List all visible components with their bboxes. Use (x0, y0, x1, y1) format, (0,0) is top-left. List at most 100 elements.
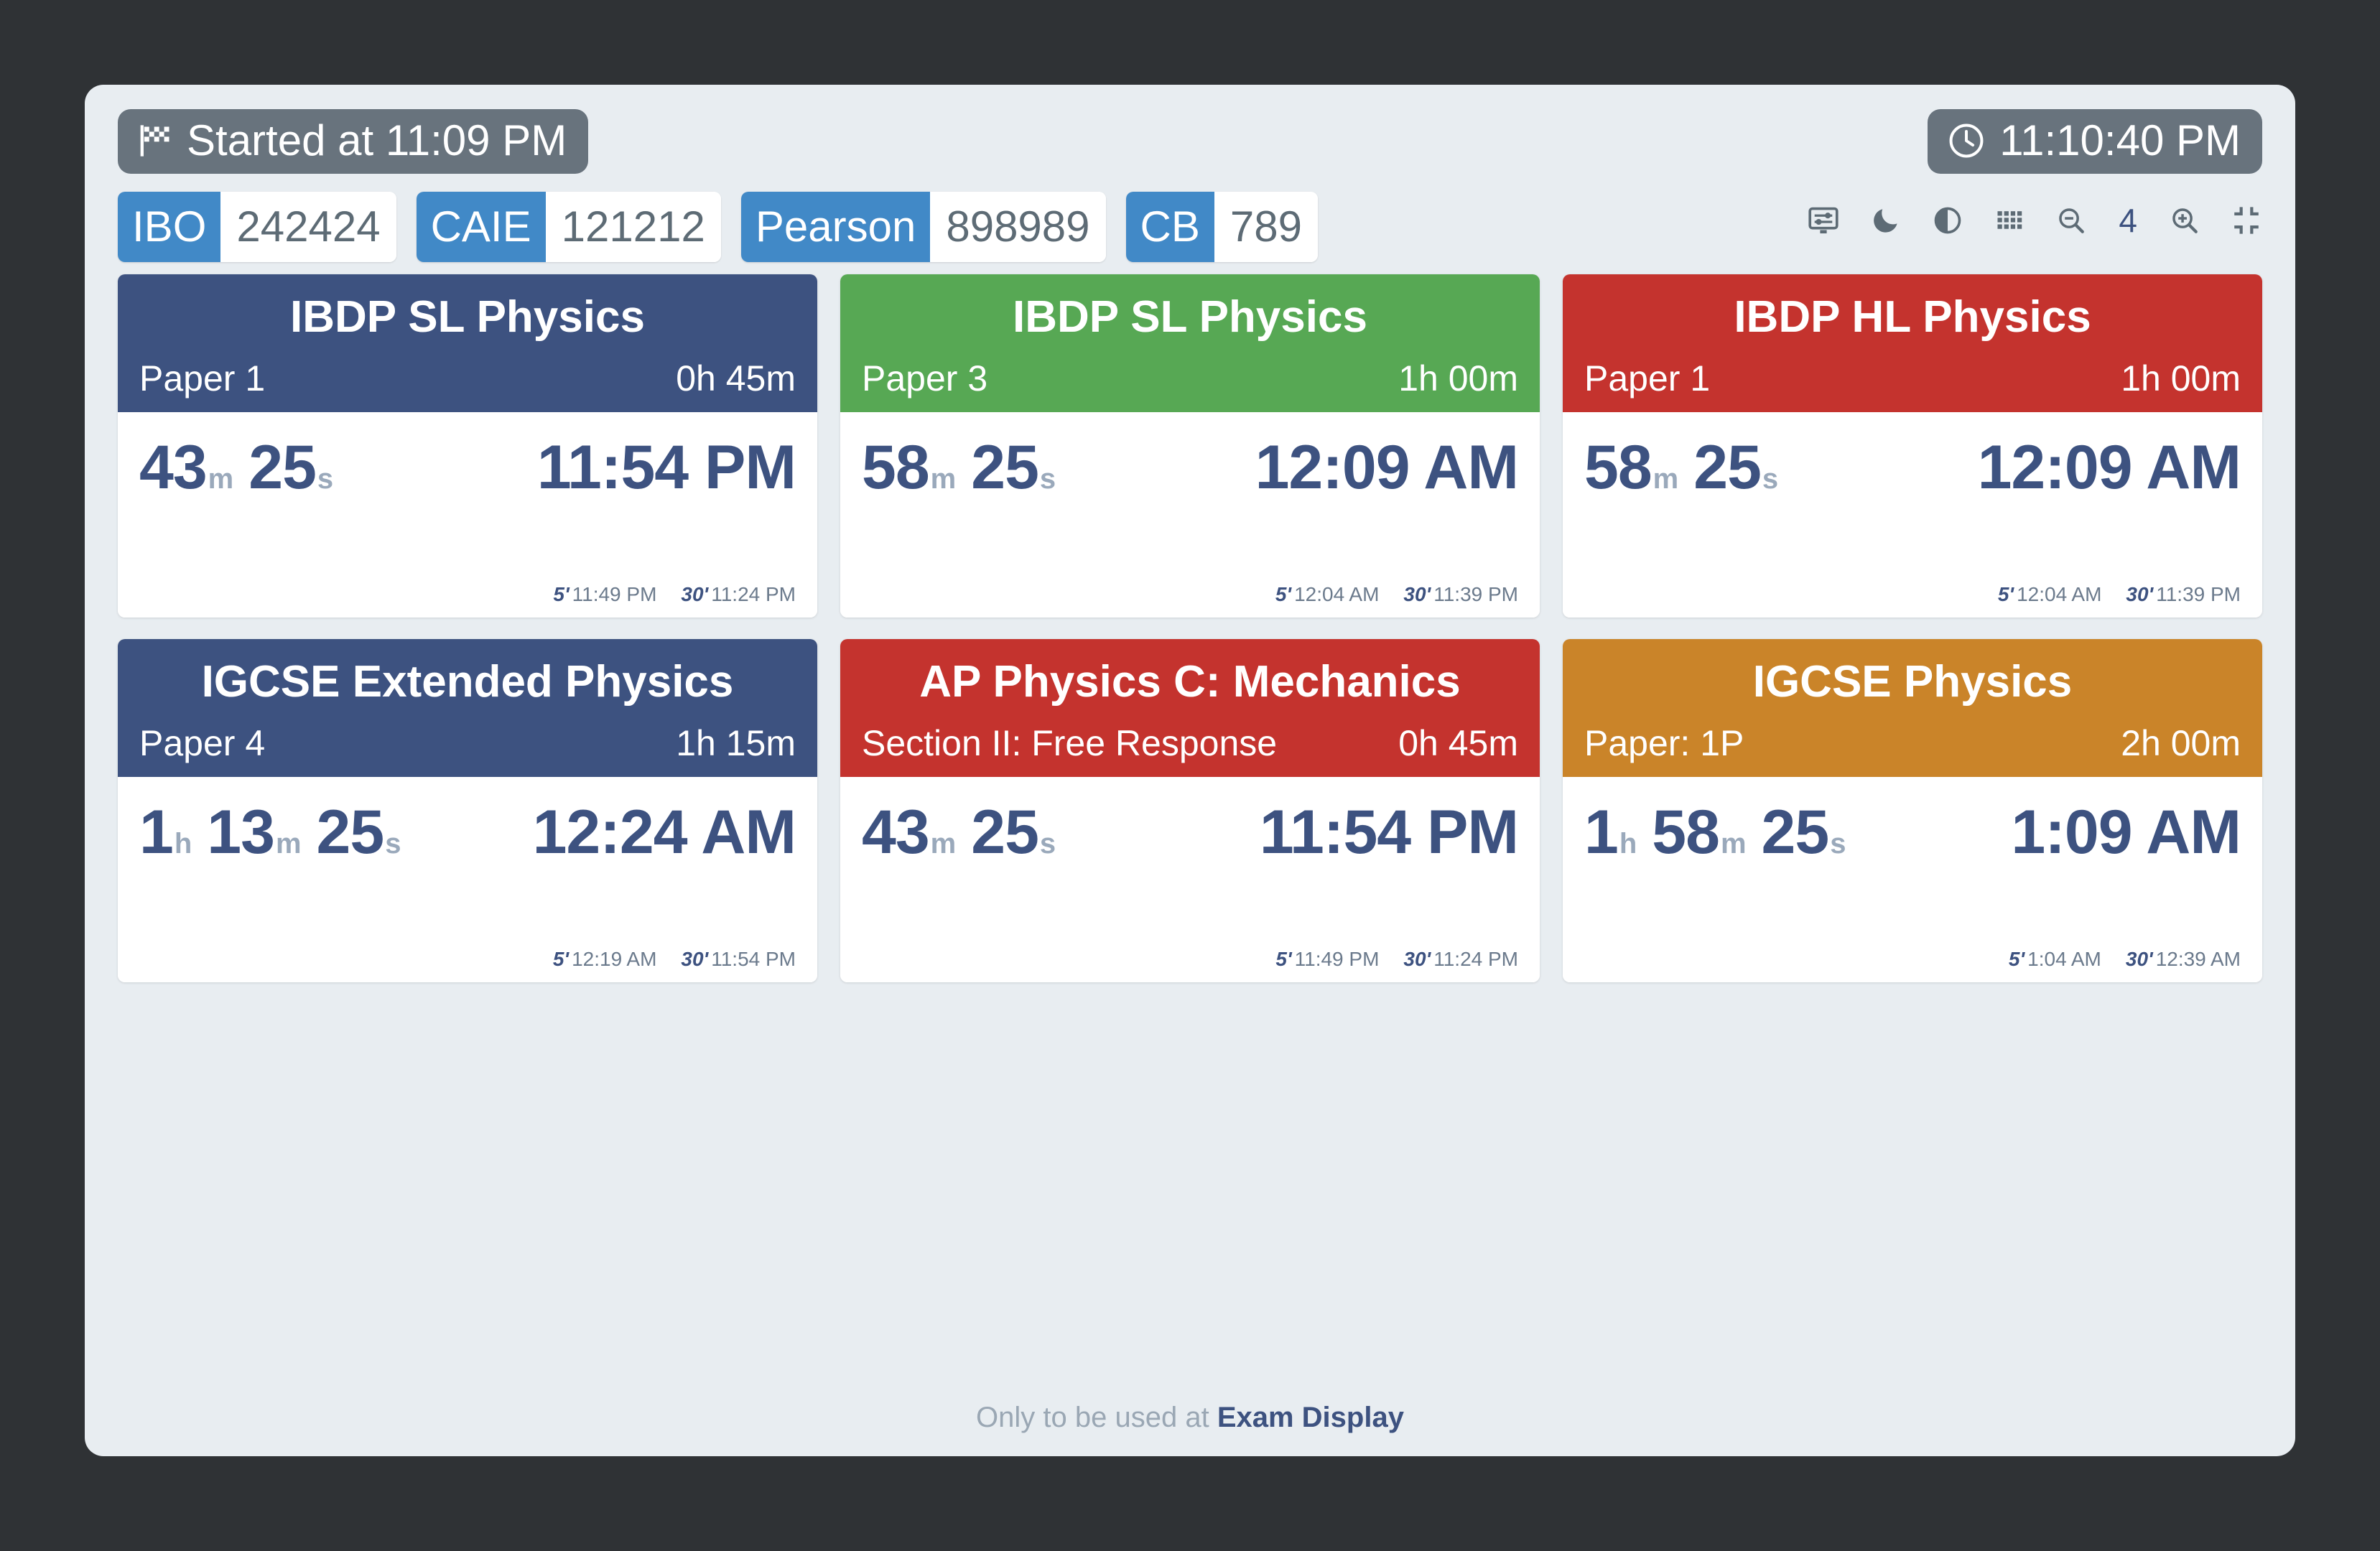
warning-marker: 30' 11:54 PM (681, 949, 796, 969)
warning-mark: 5' (1275, 583, 1292, 606)
warning-time: 11:39 PM (1433, 583, 1518, 606)
segment-value: 13 (207, 798, 275, 867)
warning-mark: 30' (2126, 583, 2154, 606)
exam-title: IBDP SL Physics (290, 292, 645, 342)
time-segment: 13 m (207, 798, 302, 867)
card-body: 1 h 13 m 25 s 12:24 AM 5' 12:19 AM 30' 1… (118, 777, 817, 983)
current-clock-pill: 11:10:40 PM (1928, 109, 2262, 174)
warning-time: 11:24 PM (711, 583, 796, 606)
exam-title: IGCSE Extended Physics (201, 657, 734, 707)
exam-card[interactable]: IBDP HL Physics Paper 1 1h 00m 58 m 25 s… (1563, 274, 2262, 618)
footer-brand: Exam Display (1217, 1402, 1404, 1433)
warning-marker: 30' 11:24 PM (681, 584, 796, 605)
time-remaining: 1 h 58 m 25 s (1584, 798, 1846, 867)
exam-card[interactable]: IBDP SL Physics Paper 1 0h 45m 43 m 25 s… (118, 274, 817, 618)
exam-card[interactable]: IBDP SL Physics Paper 3 1h 00m 58 m 25 s… (840, 274, 1540, 618)
segment-value: 43 (862, 798, 930, 867)
exam-code-badge-pearson[interactable]: Pearson 898989 (740, 192, 1106, 262)
time-segment: 25 s (317, 801, 401, 863)
exam-card[interactable]: AP Physics C: Mechanics Section II: Free… (840, 639, 1540, 983)
exam-card[interactable]: IGCSE Extended Physics Paper 4 1h 15m 1 … (118, 639, 817, 983)
zoom-in-icon[interactable] (2169, 205, 2200, 236)
contrast-icon[interactable] (1932, 205, 1963, 236)
warning-times: 5' 1:04 AM 30' 12:39 AM (1584, 929, 2241, 969)
compress-icon[interactable] (2231, 205, 2262, 236)
warning-marker: 30' 11:24 PM (1403, 949, 1518, 969)
exam-card[interactable]: IGCSE Physics Paper: 1P 2h 00m 1 h 58 m … (1563, 639, 2262, 983)
warning-mark: 5' (1275, 948, 1292, 971)
segment-unit: h (1619, 828, 1637, 860)
segment-value: 58 (1652, 798, 1720, 867)
warning-time: 11:39 PM (2156, 583, 2241, 606)
paper-label: Paper: 1P (1584, 723, 1744, 764)
exam-code-badge-ibo[interactable]: IBO 242424 (118, 192, 396, 262)
time-segment: 25 s (1762, 801, 1846, 863)
warning-marker: 5' 12:19 AM (553, 949, 657, 969)
card-readout: 1 h 58 m 25 s 1:09 AM (1584, 801, 2241, 863)
segment-value: 1 (139, 798, 174, 867)
warning-marker: 5' 1:04 AM (2009, 949, 2101, 969)
card-body: 58 m 25 s 12:09 AM 5' 12:04 AM 30' 11:39… (840, 412, 1540, 618)
time-remaining: 58 m 25 s (862, 437, 1056, 498)
card-header: IGCSE Extended Physics Paper 4 1h 15m (118, 639, 817, 778)
time-segment: 1 h (1584, 801, 1637, 863)
segment-unit: m (208, 463, 234, 495)
moon-icon[interactable] (1870, 205, 1902, 236)
duration-label: 0h 45m (1398, 723, 1518, 764)
segment-unit: s (317, 463, 333, 495)
card-readout: 58 m 25 s 12:09 AM (1584, 437, 2241, 498)
warning-marker: 30' 12:39 AM (2126, 949, 2241, 969)
card-body: 1 h 58 m 25 s 1:09 AM 5' 1:04 AM 30' 12:… (1563, 777, 2262, 983)
segment-unit: s (1039, 828, 1056, 860)
zoom-out-icon[interactable] (2055, 205, 2087, 236)
board-number: 242424 (220, 192, 396, 262)
time-segment: 25 s (1693, 437, 1778, 498)
exam-title: IBDP SL Physics (1013, 292, 1367, 342)
warning-marker: 30' 11:39 PM (1403, 584, 1518, 605)
time-segment: 43 m (862, 798, 957, 867)
warning-times: 5' 12:04 AM 30' 11:39 PM (862, 564, 1518, 605)
exam-code-badge-cb[interactable]: CB 789 (1125, 192, 1319, 262)
warning-times: 5' 12:04 AM 30' 11:39 PM (1584, 564, 2241, 605)
paper-label: Paper 4 (139, 723, 266, 764)
warning-marker: 5' 12:04 AM (1998, 584, 2102, 605)
time-segment: 43 m (139, 437, 233, 498)
exam-title: IBDP HL Physics (1734, 292, 2091, 342)
exam-title: AP Physics C: Mechanics (919, 657, 1461, 707)
paper-label: Section II: Free Response (862, 723, 1278, 764)
grid-icon[interactable] (1994, 205, 2025, 236)
segment-unit: m (1652, 463, 1679, 495)
app-screen: Started at 11:09 PM 11:10:40 PM IBO 2424… (0, 0, 2380, 1551)
segment-unit: m (930, 828, 957, 860)
segment-unit: m (1720, 828, 1747, 860)
segment-value: 25 (1761, 798, 1830, 867)
end-time: 12:24 AM (532, 798, 796, 867)
duration-label: 2h 00m (2121, 723, 2241, 764)
warning-mark: 5' (553, 583, 570, 606)
exam-card-grid: IBDP SL Physics Paper 1 0h 45m 43 m 25 s… (118, 274, 2262, 983)
warning-mark: 30' (681, 583, 709, 606)
segment-value: 58 (1584, 433, 1652, 503)
warning-marker: 5' 11:49 PM (553, 584, 656, 605)
time-segment: 1 h (139, 798, 192, 867)
board-label: IBO (118, 192, 221, 262)
display-settings-icon[interactable] (1807, 204, 1840, 237)
warning-mark: 30' (2125, 948, 2153, 971)
warning-time: 12:39 AM (2155, 948, 2241, 971)
top-bar: Started at 11:09 PM 11:10:40 PM (118, 109, 2262, 178)
paper-label: Paper 1 (139, 358, 266, 399)
board-label: CAIE (416, 192, 546, 262)
display-panel: Started at 11:09 PM 11:10:40 PM IBO 2424… (85, 85, 2295, 1456)
exam-code-badge-caie[interactable]: CAIE 121212 (416, 192, 721, 262)
board-number: 789 (1214, 192, 1319, 262)
time-segment: 25 s (971, 437, 1056, 498)
card-body: 43 m 25 s 11:54 PM 5' 11:49 PM 30' 11:24… (118, 412, 817, 618)
segment-unit: s (1762, 463, 1778, 495)
card-header: IBDP HL Physics Paper 1 1h 00m (1563, 274, 2262, 413)
warning-times: 5' 11:49 PM 30' 11:24 PM (862, 929, 1518, 969)
segment-value: 43 (139, 433, 208, 503)
duration-label: 1h 00m (1398, 358, 1518, 399)
time-remaining: 43 m 25 s (862, 798, 1056, 867)
segment-unit: m (275, 828, 302, 860)
paper-label: Paper 3 (862, 358, 988, 399)
